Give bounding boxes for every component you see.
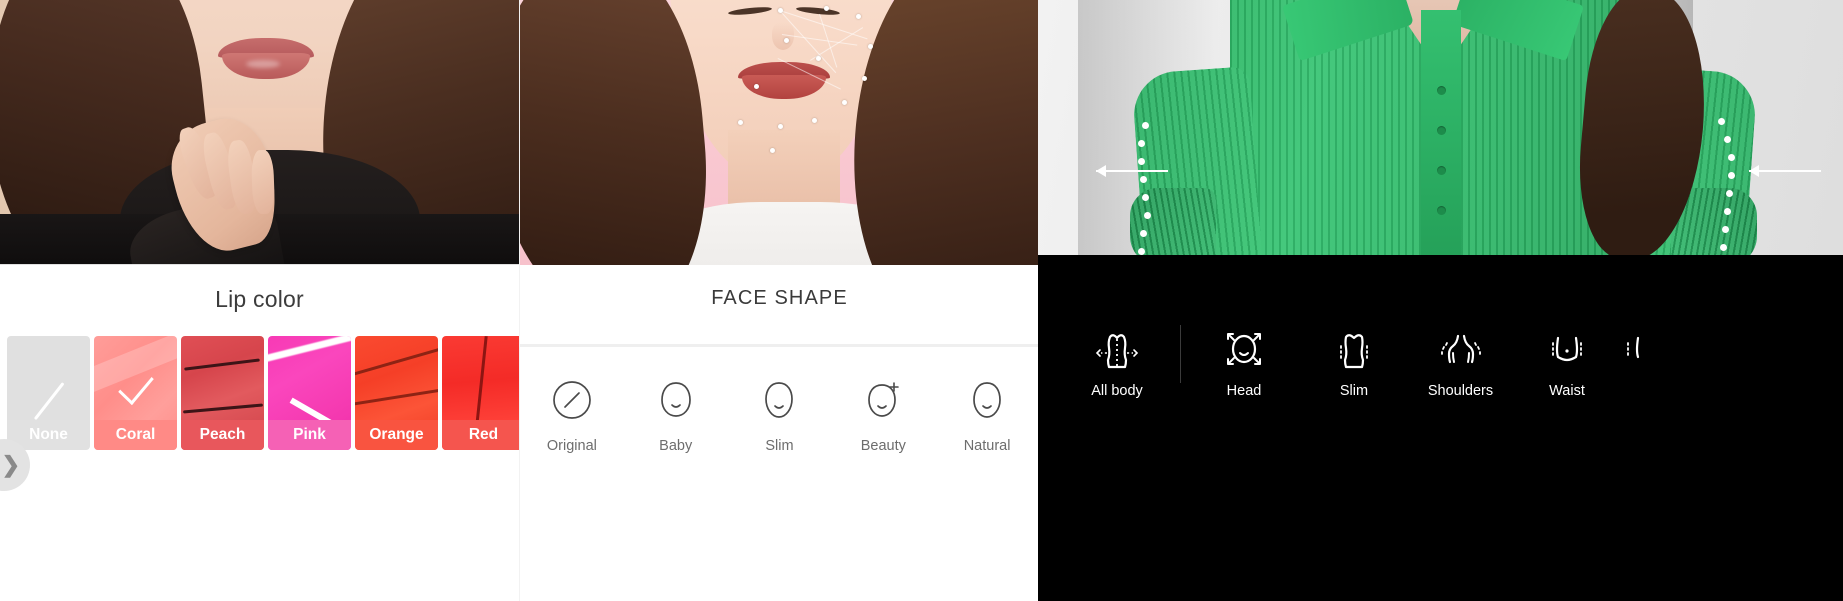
lip-swatch-peach-label: Peach xyxy=(181,420,264,450)
lip-swatch-pink[interactable]: Pink xyxy=(268,336,351,450)
body-options-separator xyxy=(1180,325,1181,383)
body-toolbar: All body Head Slim Shoulders Waist xyxy=(1038,255,1843,601)
face-option-beauty-label: Beauty xyxy=(860,438,906,454)
lip-swatch-red[interactable]: Red xyxy=(442,336,519,450)
body-head-icon xyxy=(1189,325,1299,371)
face-none-icon xyxy=(526,376,618,424)
face-beauty-icon xyxy=(837,376,929,424)
face-preview-photo xyxy=(520,0,1038,265)
body-slim-icon xyxy=(1299,325,1409,371)
body-preview-photo xyxy=(1038,0,1843,255)
face-option-original-label: Original xyxy=(546,438,597,454)
face-option-baby[interactable]: Baby xyxy=(630,376,722,454)
face-section-divider xyxy=(520,344,1038,347)
lip-color-panel: Lip color None Coral Peach Pink Orange R… xyxy=(0,0,519,601)
face-option-beauty[interactable]: Beauty xyxy=(837,376,929,454)
lip-color-title: Lip color xyxy=(215,286,304,312)
screenshot-stage: Lip color None Coral Peach Pink Orange R… xyxy=(0,0,1843,601)
lip-swatch-coral[interactable]: Coral xyxy=(94,336,177,450)
body-option-head[interactable]: Head xyxy=(1189,325,1299,399)
body-option-slim-label: Slim xyxy=(1339,383,1369,399)
face-option-slim-label: Slim xyxy=(765,438,794,454)
body-option-next-partial[interactable] xyxy=(1622,325,1682,371)
body-legs-icon xyxy=(1622,325,1682,371)
lip-swatch-orange-label: Orange xyxy=(355,420,438,450)
face-shape-options[interactable]: Original Baby Slim Beauty Natural xyxy=(520,376,1038,454)
face-option-natural[interactable]: Natural xyxy=(941,376,1033,454)
face-slim-icon xyxy=(733,376,825,424)
face-baby-icon xyxy=(630,376,722,424)
face-option-natural-label: Natural xyxy=(963,438,1011,454)
lip-swatch-none[interactable]: None xyxy=(7,336,90,450)
body-allbody-icon xyxy=(1062,325,1172,371)
face-natural-icon xyxy=(941,376,1033,424)
body-waist-icon xyxy=(1512,325,1622,371)
lip-swatch-orange[interactable]: Orange xyxy=(355,336,438,450)
body-shoulders-icon xyxy=(1409,325,1512,371)
lip-photo-divider xyxy=(0,264,519,265)
face-shape-title: FACE SHAPE xyxy=(711,287,848,309)
lip-swatch-pink-label: Pink xyxy=(268,420,351,450)
face-shape-panel: FACE SHAPE Original Baby Slim Beauty Nat… xyxy=(519,0,1038,601)
body-option-waist-label: Waist xyxy=(1549,383,1585,399)
body-option-waist[interactable]: Waist xyxy=(1512,325,1622,399)
body-options[interactable]: All body Head Slim Shoulders Waist xyxy=(1038,325,1843,399)
body-option-all-body[interactable]: All body xyxy=(1062,325,1172,399)
body-edit-panel: All body Head Slim Shoulders Waist xyxy=(1038,0,1843,601)
body-option-shoulders[interactable]: Shoulders xyxy=(1409,325,1512,399)
body-option-slim[interactable]: Slim xyxy=(1299,325,1409,399)
chevron-right-icon: ❯ xyxy=(1,452,20,477)
face-option-slim[interactable]: Slim xyxy=(733,376,825,454)
lip-swatch-red-label: Red xyxy=(442,420,519,450)
drag-arrow-right-icon xyxy=(1749,165,1821,177)
body-option-shoulders-label: Shoulders xyxy=(1427,383,1494,399)
lip-swatch-peach[interactable]: Peach xyxy=(181,336,264,450)
body-option-head-label: Head xyxy=(1226,383,1262,399)
lip-swatch-coral-label: Coral xyxy=(94,420,177,450)
body-option-all-body-label: All body xyxy=(1091,383,1143,399)
drag-arrow-left-icon xyxy=(1096,165,1168,177)
lip-preview-photo xyxy=(0,0,519,265)
lip-swatch-row[interactable]: None Coral Peach Pink Orange Red xyxy=(7,336,519,450)
face-option-baby-label: Baby xyxy=(659,438,693,454)
face-option-original[interactable]: Original xyxy=(526,376,618,454)
